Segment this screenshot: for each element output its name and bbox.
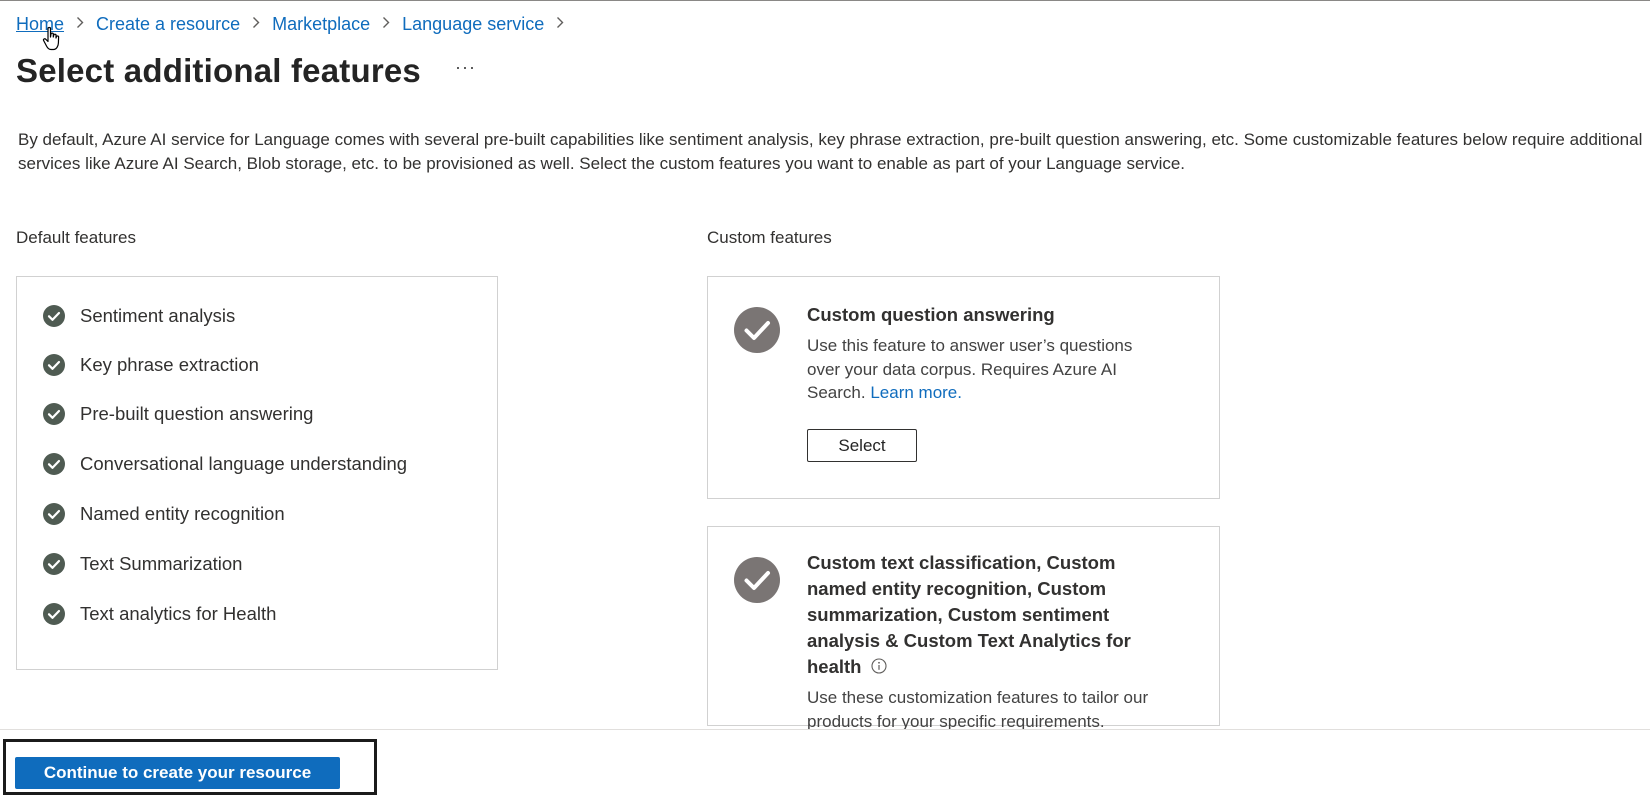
list-item: Text Summarization bbox=[43, 553, 242, 575]
feature-label: Sentiment analysis bbox=[80, 305, 236, 326]
check-circle-icon bbox=[43, 603, 65, 625]
check-circle-icon bbox=[43, 453, 65, 475]
list-item: Text analytics for Health bbox=[43, 603, 276, 625]
feature-label: Key phrase extraction bbox=[80, 354, 259, 375]
chevron-right-icon bbox=[76, 16, 84, 34]
top-border bbox=[0, 0, 1650, 1]
chevron-right-icon bbox=[252, 16, 260, 34]
list-item: Pre-built question answering bbox=[43, 403, 313, 425]
check-circle-icon bbox=[43, 354, 65, 376]
default-features-label: Default features bbox=[16, 228, 137, 247]
default-features-list: Sentiment analysis Key phrase extraction… bbox=[16, 276, 498, 670]
feature-label: Conversational language understanding bbox=[80, 453, 408, 474]
card-body: Custom question answering Use this featu… bbox=[807, 302, 1167, 462]
title-row: Select additional features ··· bbox=[16, 52, 476, 90]
feature-label: Named entity recognition bbox=[80, 503, 285, 524]
check-circle-icon bbox=[734, 557, 780, 603]
breadcrumb-marketplace[interactable]: Marketplace bbox=[272, 14, 370, 35]
card-body: Custom text classification, Custom named… bbox=[807, 550, 1167, 733]
card-description: Use this feature to answer user’s questi… bbox=[807, 334, 1167, 405]
card-title: Custom question answering bbox=[807, 304, 1055, 325]
list-item: Sentiment analysis bbox=[43, 305, 235, 327]
page: Home Create a resource Marketplace Langu… bbox=[0, 0, 1650, 797]
check-circle-icon bbox=[43, 503, 65, 525]
footer-bar: Continue to create your resource bbox=[0, 729, 1650, 797]
custom-features-label: Custom features bbox=[707, 228, 832, 247]
intro-text: By default, Azure AI service for Languag… bbox=[18, 130, 1643, 173]
card-title: Custom text classification, Custom named… bbox=[807, 550, 1167, 680]
list-item: Key phrase extraction bbox=[43, 354, 259, 376]
learn-more-link[interactable]: Learn more. bbox=[870, 383, 962, 402]
check-circle-icon bbox=[43, 553, 65, 575]
check-circle-icon bbox=[43, 305, 65, 327]
chevron-right-icon bbox=[556, 16, 564, 34]
breadcrumb-create-a-resource[interactable]: Create a resource bbox=[96, 14, 240, 35]
continue-to-create-button[interactable]: Continue to create your resource bbox=[15, 757, 340, 789]
custom-text-features-card: Custom text classification, Custom named… bbox=[707, 526, 1220, 731]
list-item: Conversational language understanding bbox=[43, 453, 407, 475]
list-item: Named entity recognition bbox=[43, 503, 285, 525]
card-description-text: Use this feature to answer user’s questi… bbox=[807, 336, 1133, 402]
breadcrumb-language-service[interactable]: Language service bbox=[402, 14, 544, 35]
check-circle-icon bbox=[734, 307, 780, 353]
feature-label: Text Summarization bbox=[80, 553, 243, 574]
select-button[interactable]: Select bbox=[807, 428, 917, 462]
custom-question-answering-card: Custom question answering Use this featu… bbox=[707, 276, 1220, 499]
info-icon[interactable] bbox=[871, 658, 888, 674]
breadcrumb: Home Create a resource Marketplace Langu… bbox=[16, 14, 576, 35]
more-options-button[interactable]: ··· bbox=[455, 57, 476, 78]
chevron-right-icon bbox=[382, 16, 390, 34]
feature-label: Pre-built question answering bbox=[80, 403, 314, 424]
check-circle-icon bbox=[43, 403, 65, 425]
card-title-text: Custom text classification, Custom named… bbox=[807, 552, 1131, 677]
feature-label: Text analytics for Health bbox=[80, 603, 277, 624]
card-description: Use these customization features to tail… bbox=[807, 688, 1149, 731]
page-title: Select additional features bbox=[16, 52, 421, 89]
